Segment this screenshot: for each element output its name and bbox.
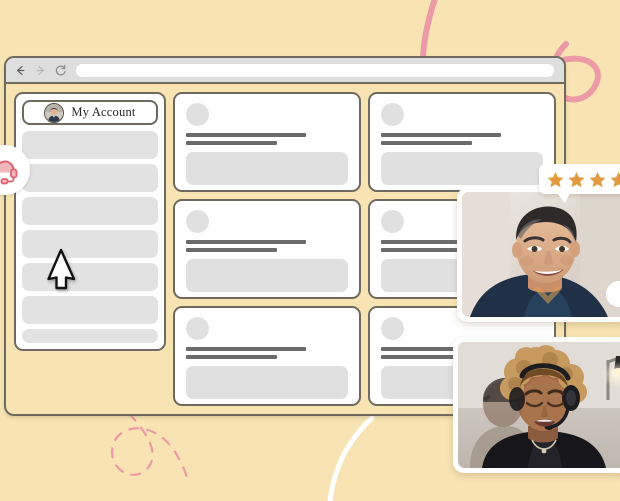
content-card-5[interactable] bbox=[173, 306, 361, 406]
address-bar-input[interactable] bbox=[76, 63, 554, 77]
content-card-1[interactable] bbox=[173, 92, 361, 192]
arrow-left-icon[interactable] bbox=[14, 64, 27, 77]
sidebar-item-nav-2[interactable] bbox=[22, 164, 158, 192]
card-body-block bbox=[186, 366, 348, 399]
screenshot-stage: My Account bbox=[0, 0, 620, 501]
star-filled-icon bbox=[609, 170, 620, 189]
sidebar-item-nav-6[interactable] bbox=[22, 296, 158, 324]
card-avatar-placeholder bbox=[186, 317, 209, 340]
agent-two-photo bbox=[458, 342, 620, 468]
content-card-3[interactable] bbox=[173, 199, 361, 299]
account-chip-button[interactable]: My Account bbox=[22, 100, 158, 125]
browser-toolbar bbox=[6, 58, 564, 84]
sidebar-item-nav-1[interactable] bbox=[22, 131, 158, 159]
sidebar-item-nav-4[interactable] bbox=[22, 230, 158, 258]
sidebar-item-nav-5[interactable] bbox=[22, 263, 158, 291]
agent-one-photo bbox=[462, 192, 620, 317]
card-subtitle-line bbox=[186, 141, 277, 145]
card-avatar-placeholder bbox=[186, 210, 209, 233]
star-filled-icon bbox=[567, 170, 586, 189]
star-rating-bubble bbox=[539, 164, 620, 203]
review-photo-card-agent-one[interactable] bbox=[457, 187, 620, 322]
headset-icon bbox=[0, 160, 18, 185]
card-title-line bbox=[381, 133, 501, 137]
card-avatar-placeholder bbox=[381, 317, 404, 340]
card-subtitle-line bbox=[381, 141, 472, 145]
bubble-tail bbox=[557, 193, 570, 203]
card-subtitle-line bbox=[186, 355, 277, 359]
card-title-line bbox=[186, 133, 306, 137]
sidebar: My Account bbox=[14, 92, 166, 351]
review-photo-card-agent-two[interactable] bbox=[453, 337, 620, 473]
card-avatar-placeholder bbox=[381, 210, 404, 233]
card-body-block bbox=[186, 152, 348, 185]
reload-icon[interactable] bbox=[54, 64, 67, 77]
card-subtitle-line bbox=[186, 248, 277, 252]
card-body-block bbox=[381, 152, 543, 185]
account-chip-label: My Account bbox=[71, 105, 136, 119]
card-body-block bbox=[186, 259, 348, 292]
star-filled-icon bbox=[588, 170, 607, 189]
card-avatar-placeholder bbox=[186, 103, 209, 126]
content-card-2[interactable] bbox=[368, 92, 556, 192]
card-title-line bbox=[186, 347, 306, 351]
card-title-line bbox=[186, 240, 306, 244]
star-filled-icon bbox=[546, 170, 565, 189]
sidebar-nav-list bbox=[22, 131, 158, 343]
sidebar-item-nav-3[interactable] bbox=[22, 197, 158, 225]
user-avatar-photo bbox=[44, 102, 65, 123]
mouse-pointer-arrow bbox=[47, 248, 76, 290]
sidebar-item-nav-7[interactable] bbox=[22, 329, 158, 343]
arrow-right-icon[interactable] bbox=[34, 64, 47, 77]
card-avatar-placeholder bbox=[381, 103, 404, 126]
